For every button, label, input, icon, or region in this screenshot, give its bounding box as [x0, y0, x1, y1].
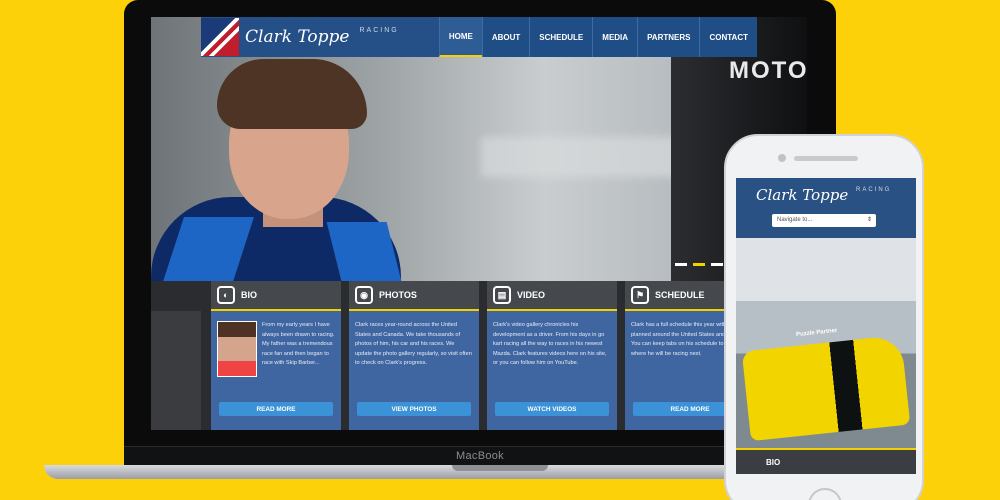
home-button[interactable] — [808, 488, 842, 500]
card-text: Clark races year-round across the United… — [355, 322, 472, 366]
race-car — [741, 334, 911, 442]
phone-device: Clark Toppe RACING Navigate to... ⇕ Puzz… — [724, 134, 924, 500]
driver-portrait — [217, 321, 257, 377]
card-photos: ◉ PHOTOS Clark races year-round across t… — [349, 281, 479, 430]
phone-screen: Clark Toppe RACING Navigate to... ⇕ Puzz… — [736, 178, 916, 474]
view-photos-button[interactable]: VIEW PHOTOS — [357, 402, 471, 416]
mobile-header: Clark Toppe RACING Navigate to... ⇕ — [736, 178, 916, 238]
helmet-icon: ◐ — [217, 286, 235, 304]
content-section: ◐ BIO From my early years I have always … — [151, 281, 807, 430]
american-flag-icon — [201, 18, 239, 56]
nav-partners[interactable]: PARTNERS — [637, 17, 699, 57]
nav-home[interactable]: HOME — [438, 17, 482, 57]
checkered-flag-icon: ⚑ — [631, 286, 649, 304]
phone-camera — [778, 154, 786, 162]
site-logo[interactable]: Clark Toppe RACING — [201, 17, 439, 57]
logo-racing: RACING — [359, 27, 399, 34]
mobile-logo-script[interactable]: Clark Toppe — [756, 186, 848, 204]
mobile-nav-select[interactable]: Navigate to... ⇕ — [772, 214, 876, 227]
logo-script: Clark Toppe — [245, 27, 350, 47]
slider-dot[interactable] — [675, 263, 687, 266]
read-more-button[interactable]: READ MORE — [219, 402, 333, 416]
card-title: SCHEDULE — [655, 290, 705, 300]
mobile-bio-heading[interactable]: BIO — [736, 448, 916, 474]
camera-icon: ◉ — [355, 286, 373, 304]
card-title: PHOTOS — [379, 290, 417, 300]
phone-speaker — [794, 156, 858, 161]
nav-contact[interactable]: CONTACT — [699, 17, 757, 57]
video-icon: ▤ — [493, 286, 511, 304]
card-text: Clark's video gallery chronicles his dev… — [493, 322, 607, 366]
chevron-down-icon: ⇕ — [866, 217, 872, 223]
nav-schedule[interactable]: SCHEDULE — [529, 17, 592, 57]
mobile-logo-racing: RACING — [856, 187, 892, 193]
main-nav: HOME ABOUT SCHEDULE MEDIA PARTNERS CONTA… — [438, 17, 757, 57]
car-sponsor-text: Puzzle Partner — [795, 327, 838, 339]
nav-media[interactable]: MEDIA — [592, 17, 637, 57]
slider-pagination[interactable] — [675, 263, 723, 266]
nav-about[interactable]: ABOUT — [481, 17, 529, 57]
card-title: VIDEO — [517, 290, 546, 300]
mobile-nav-placeholder: Navigate to... — [777, 217, 813, 223]
slider-dot-active[interactable] — [693, 263, 705, 266]
background-sign: MOTO — [729, 57, 807, 84]
card-bio: ◐ BIO From my early years I have always … — [211, 281, 341, 430]
mobile-hero-image: Puzzle Partner — [736, 238, 916, 448]
site-header: Clark Toppe RACING HOME ABOUT SCHEDULE M… — [201, 17, 757, 57]
laptop-screen: MOTO Clark Toppe RACING HOME ABOUT SCHED… — [151, 17, 807, 430]
driver-hair — [217, 59, 367, 129]
card-title: BIO — [241, 290, 258, 300]
slider-dot[interactable] — [711, 263, 723, 266]
watch-videos-button[interactable]: WATCH VIDEOS — [495, 402, 609, 416]
card-video: ▤ VIDEO Clark's video gallery chronicles… — [487, 281, 617, 430]
